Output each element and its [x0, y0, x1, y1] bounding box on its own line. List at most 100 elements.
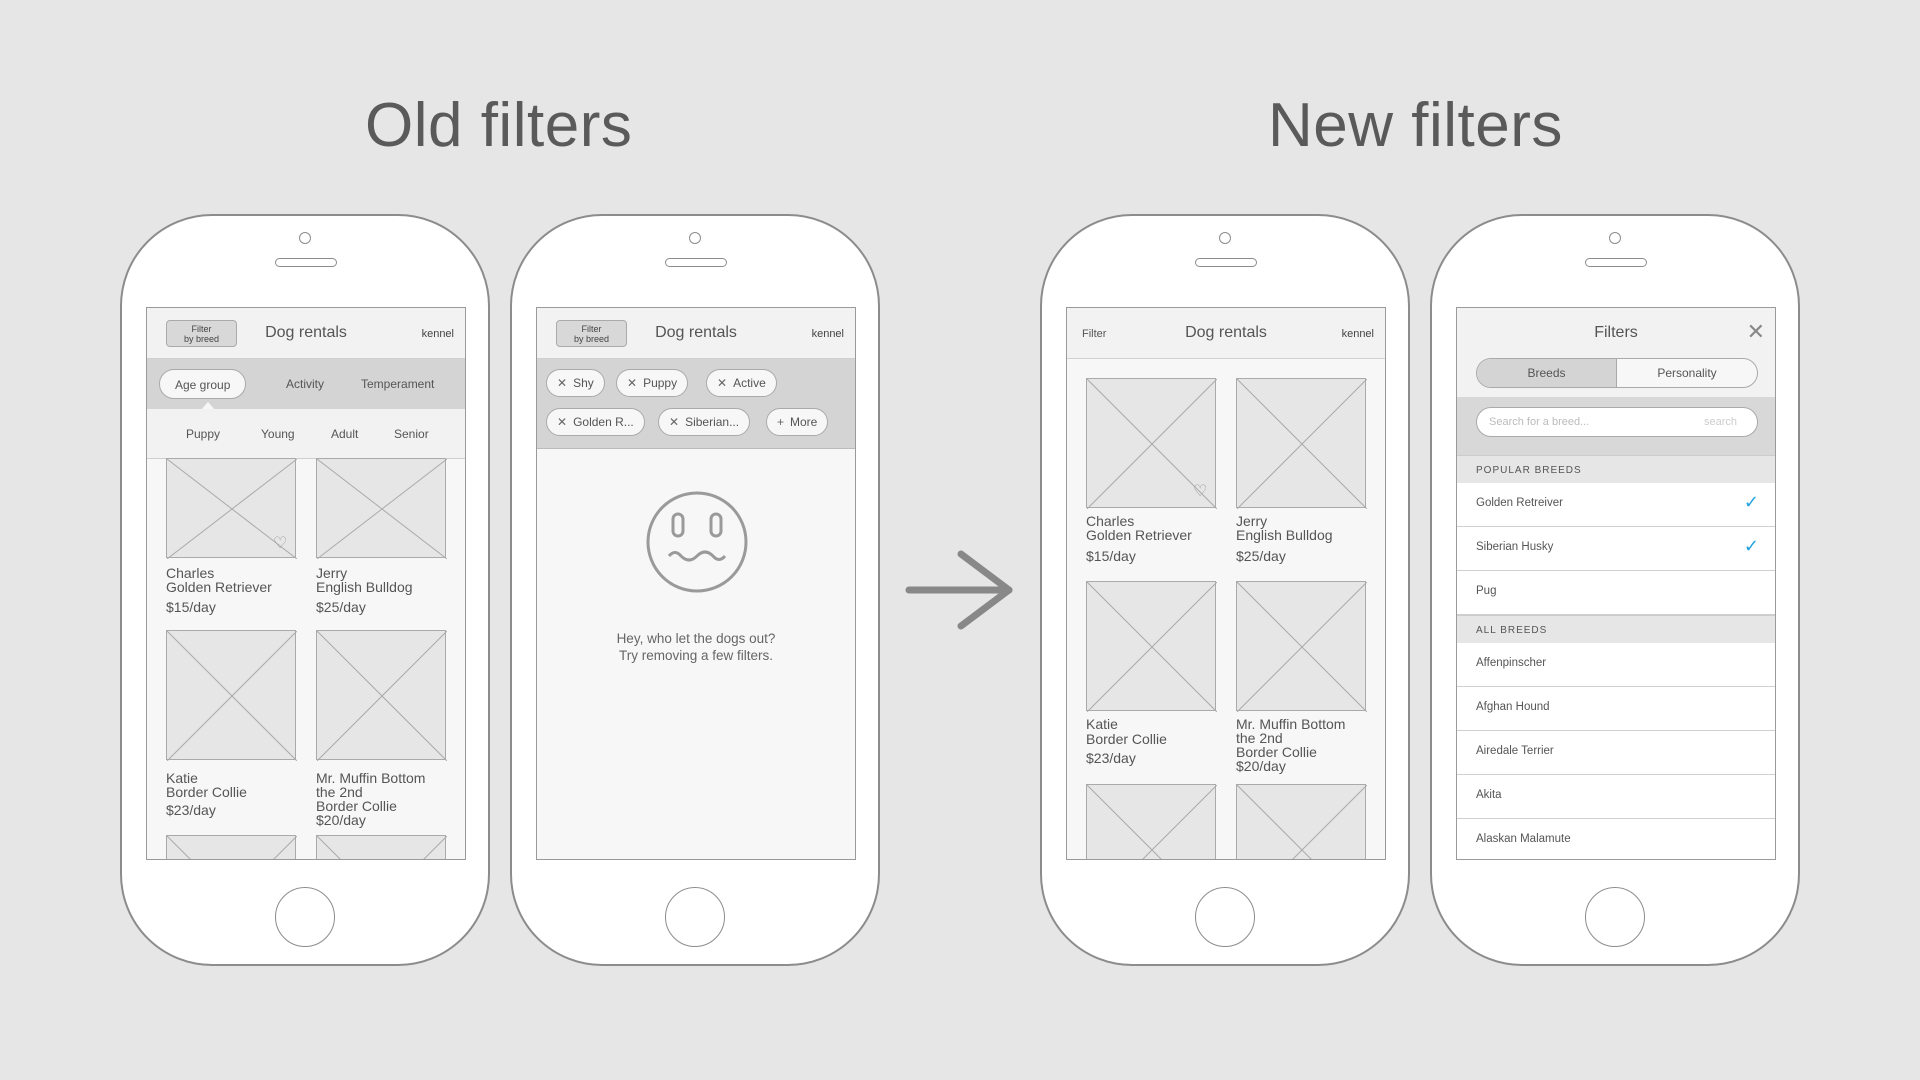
search-button[interactable]: search	[1704, 416, 1737, 428]
breed-row[interactable]: Golden Retreiver ✓	[1457, 483, 1775, 527]
dog-name: Charles	[166, 565, 215, 581]
breed-label: Siberian Husky	[1476, 541, 1554, 553]
camera-icon	[1609, 232, 1621, 244]
chip-active[interactable]: ✕ Active	[706, 369, 777, 397]
all-breeds-header: ALL BREEDS	[1457, 615, 1775, 643]
active-filter-chips: ✕ Shy ✕ Puppy ✕ Active ✕ Golden R... ✕ Siberi…	[537, 359, 855, 449]
dog-name: Jerry	[316, 565, 348, 581]
close-icon[interactable]: ✕	[557, 376, 567, 390]
dog-photo-placeholder	[316, 630, 447, 761]
sad-face-icon	[646, 491, 748, 593]
dog-photo-placeholder	[1236, 581, 1367, 712]
chip-label: Shy	[573, 376, 594, 390]
dog-price: $25/day	[316, 599, 366, 615]
chip-shy[interactable]: ✕ Shy	[546, 369, 605, 397]
heart-icon[interactable]: ♡	[1193, 484, 1207, 500]
empty-line-1: Hey, who let the dogs out?	[616, 631, 776, 646]
filter-tabbar: Age group Activity Temperament	[147, 359, 465, 410]
close-icon[interactable]: ✕	[557, 415, 567, 429]
breed-row[interactable]: Airedale Terrier	[1457, 731, 1775, 775]
search-placeholder: Search for a breed...	[1489, 416, 1590, 428]
dog-name: Katie	[166, 770, 198, 786]
screen: Filter by breed Dog rentals kennel ✕ Shy …	[536, 307, 856, 860]
dog-name-line2: the 2nd	[1236, 730, 1283, 746]
filters-segmented-control: Breeds Personality	[1476, 358, 1758, 388]
dog-price: $20/day	[1236, 758, 1286, 774]
breed-row[interactable]: Afghan Hound	[1457, 687, 1775, 731]
new-filters-title: New filters	[1268, 91, 1563, 160]
breed-row[interactable]: Affenpinscher	[1457, 643, 1775, 687]
dog-photo-placeholder	[166, 630, 297, 761]
popular-breeds-header: POPULAR BREEDS	[1457, 455, 1775, 483]
dog-breed: English Bulldog	[1236, 527, 1333, 543]
tab-personality[interactable]: Personality	[1617, 359, 1757, 387]
breed-row[interactable]: Akita	[1457, 775, 1775, 819]
app-header: Filter Dog rentals kennel	[1067, 308, 1385, 359]
home-button[interactable]	[275, 887, 335, 947]
app-title: Dog rentals	[1185, 324, 1267, 341]
camera-icon	[299, 232, 311, 244]
dog-breed: Border Collie	[1236, 744, 1317, 760]
breed-row[interactable]: Pug	[1457, 571, 1775, 615]
age-option-senior[interactable]: Senior	[394, 427, 429, 441]
checkmark-icon: ✓	[1743, 492, 1759, 512]
screen: Filter Dog rentals kennel ♡ Charles Gold…	[1066, 307, 1386, 860]
tab-activity[interactable]: Activity	[286, 377, 324, 391]
dog-photo-placeholder	[1086, 784, 1217, 859]
close-icon[interactable]: ✕	[1747, 321, 1765, 343]
chip-siberian[interactable]: ✕ Siberian...	[658, 408, 751, 436]
arrow-right-icon	[905, 550, 1013, 630]
chip-golden-retriever[interactable]: ✕ Golden R...	[546, 408, 645, 436]
breed-label: Akita	[1476, 789, 1502, 801]
chip-label: Puppy	[643, 376, 678, 390]
breed-row[interactable]: Siberian Husky ✓	[1457, 527, 1775, 571]
dog-photo-placeholder	[316, 458, 447, 559]
dog-price: $25/day	[1236, 548, 1286, 564]
dog-photo-placeholder	[316, 835, 447, 859]
home-button[interactable]	[1195, 887, 1255, 947]
dog-breed: Border Collie	[1086, 731, 1167, 747]
breed-search-input[interactable]: Search for a breed... search	[1476, 407, 1758, 437]
phone-old-1: Filter by breed Dog rentals kennel Age g…	[120, 214, 490, 966]
phone-new-2: Filters ✕ Breeds Personality Search for …	[1430, 214, 1800, 966]
app-title: Dog rentals	[265, 324, 347, 341]
close-icon[interactable]: ✕	[627, 376, 637, 390]
breed-label: Afghan Hound	[1476, 701, 1550, 713]
home-button[interactable]	[1585, 887, 1645, 947]
tab-age-group[interactable]: Age group	[159, 369, 247, 399]
empty-line-2: Try removing a few filters.	[618, 648, 774, 663]
speaker-icon	[1195, 258, 1257, 267]
kennel-link[interactable]: kennel	[422, 328, 454, 340]
age-option-young[interactable]: Young	[261, 427, 295, 441]
heart-icon[interactable]: ♡	[273, 536, 287, 552]
tab-breeds[interactable]: Breeds	[1477, 359, 1617, 387]
age-option-puppy[interactable]: Puppy	[186, 427, 220, 441]
breed-row[interactable]: Alaskan Malamute	[1457, 819, 1775, 859]
dog-price: $15/day	[166, 599, 216, 615]
breed-label: Alaskan Malamute	[1476, 833, 1571, 845]
home-button[interactable]	[665, 887, 725, 947]
phone-old-2: Filter by breed Dog rentals kennel ✕ Shy …	[510, 214, 880, 966]
dog-price: $23/day	[1086, 750, 1136, 766]
old-filters-title: Old filters	[365, 91, 633, 160]
tab-temperament[interactable]: Temperament	[361, 377, 434, 391]
dog-name: Mr. Muffin Bottom	[1236, 716, 1346, 732]
close-icon[interactable]: ✕	[717, 376, 727, 390]
screen: Filters ✕ Breeds Personality Search for …	[1456, 307, 1776, 860]
breed-label: Airedale Terrier	[1476, 745, 1554, 757]
app-header: Filter by breed Dog rentals kennel	[147, 308, 465, 359]
phone-new-1: Filter Dog rentals kennel ♡ Charles Gold…	[1040, 214, 1410, 966]
dog-price: $20/day	[316, 812, 366, 828]
search-bar: Search for a breed... search	[1457, 397, 1775, 455]
chip-more[interactable]: + More	[766, 408, 829, 436]
kennel-link[interactable]: kennel	[1342, 328, 1374, 340]
age-option-adult[interactable]: Adult	[331, 427, 358, 441]
kennel-link[interactable]: kennel	[812, 328, 844, 340]
screen: Filter by breed Dog rentals kennel Age g…	[146, 307, 466, 860]
filters-header: Filters ✕ Breeds Personality	[1457, 308, 1775, 397]
dog-photo-placeholder	[1086, 581, 1217, 712]
filters-title: Filters	[1594, 324, 1638, 341]
speaker-icon	[275, 258, 337, 267]
close-icon[interactable]: ✕	[669, 415, 679, 429]
chip-puppy[interactable]: ✕ Puppy	[616, 369, 689, 397]
